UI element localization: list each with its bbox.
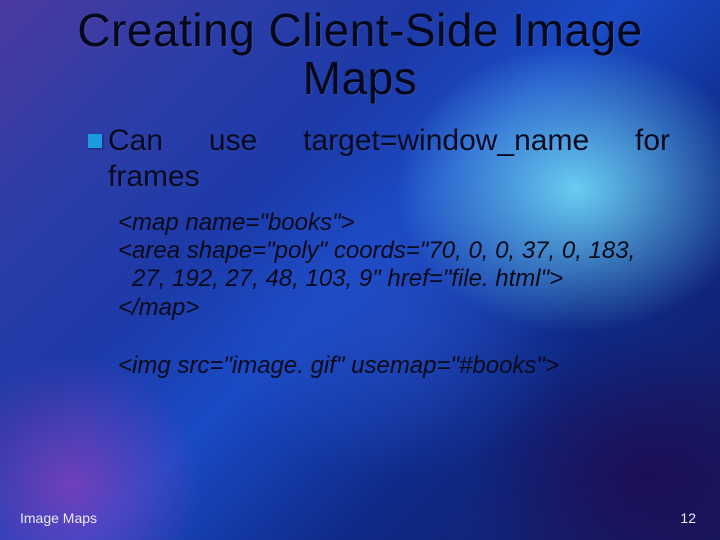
slide: Creating Client-Side Image Maps Can use … — [0, 0, 720, 540]
code-line: <area shape="poly" coords="70, 0, 0, 37,… — [132, 237, 670, 294]
bullet-word: target=window_name — [303, 123, 589, 159]
code-line: <map name="books"> — [118, 209, 670, 237]
square-bullet-icon — [88, 134, 102, 148]
bullet-word: frames — [108, 159, 200, 195]
bullet-word: use — [209, 123, 257, 159]
bullet-word: for — [635, 123, 670, 159]
footer-left: Image Maps — [20, 510, 97, 526]
footer: Image Maps 12 — [20, 510, 696, 526]
code-line: <img src="image. gif" usemap="#books"> — [118, 352, 670, 380]
bullet-item: Can use target=window_name for frames — [88, 123, 670, 195]
code-block-2: <img src="image. gif" usemap="#books"> — [118, 352, 670, 380]
bullet-text: Can use target=window_name for frames — [108, 123, 670, 195]
code-block-1: <map name="books"> <area shape="poly" co… — [118, 209, 670, 322]
bullet-word: Can — [108, 123, 163, 159]
slide-number: 12 — [680, 510, 696, 526]
code-line: </map> — [118, 294, 670, 322]
slide-title: Creating Client-Side Image Maps — [60, 6, 660, 103]
slide-body: Can use target=window_name for frames <m… — [30, 123, 690, 381]
